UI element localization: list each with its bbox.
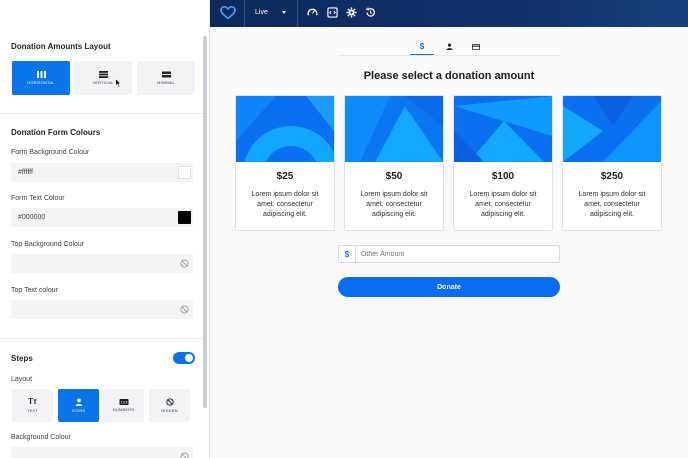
embed-icon[interactable] (327, 7, 338, 18)
steps-background-label: Background Colour (11, 434, 71, 441)
tab-details[interactable] (437, 38, 461, 55)
history-icon[interactable] (365, 7, 376, 18)
status-dropdown[interactable]: Live (255, 9, 268, 16)
gauge-icon[interactable] (307, 7, 318, 18)
hidden-icon (165, 398, 174, 406)
form-text-label: Form Text Colour (11, 195, 65, 202)
vertical-layout-icon (98, 71, 108, 78)
card-amount: $100 (491, 171, 515, 182)
steps-layout-icons-button[interactable]: ICONS (58, 389, 99, 422)
form-background-swatch[interactable] (178, 166, 191, 179)
form-text-swatch[interactable] (178, 211, 191, 224)
layout-vertical-button[interactable]: VERTICAL (74, 61, 132, 95)
no-colour-icon[interactable] (180, 259, 189, 268)
section-divider (0, 338, 203, 339)
currency-symbol: $ (339, 246, 356, 262)
steps-numbers-label: NUMBERS (112, 407, 135, 412)
page-title: Please select a donation amount (363, 70, 535, 82)
steps-toggle[interactable] (173, 352, 195, 364)
no-colour-icon[interactable] (180, 305, 189, 314)
steps-layout-label: Layout (11, 376, 33, 383)
toolbar-divider (244, 0, 245, 27)
person-icon (446, 43, 452, 50)
numbers-icon: 123 (119, 399, 128, 405)
top-background-label: Top Background Colour (11, 241, 85, 248)
form-text-value: #000000 (18, 214, 46, 221)
steps-icons-label: ICONS (71, 408, 86, 413)
card-amount: $25 (276, 171, 294, 182)
amount-card[interactable]: $50 Lorem ipsum dolor sit amet, consecte… (344, 95, 444, 231)
horizontal-layout-icon (36, 71, 46, 78)
heart-logo-icon[interactable] (220, 6, 236, 20)
form-text-field[interactable]: #000000 (11, 208, 193, 227)
amount-card[interactable]: $250 Lorem ipsum dolor sit amet, consect… (562, 95, 662, 231)
steps-layout-numbers-button[interactable]: 123 NUMBERS (103, 389, 144, 422)
layout-minimal-button[interactable]: MINIMAL (137, 61, 195, 95)
chevron-down-icon[interactable] (282, 11, 286, 14)
layout-minimal-label: MINIMAL (156, 80, 176, 85)
gear-icon[interactable] (346, 7, 357, 18)
other-amount-field[interactable]: $ (338, 245, 560, 263)
amount-card[interactable]: $25 Lorem ipsum dolor sit amet, consecte… (235, 95, 335, 231)
svg-text:123: 123 (120, 401, 128, 405)
card-image (236, 96, 334, 162)
layout-horizontal-button[interactable]: HORIZONTAL (12, 61, 70, 95)
settings-panel: Donation Amounts Layout HORIZONTAL VERTI… (0, 0, 210, 458)
layout-vertical-label: VERTICAL (92, 80, 114, 85)
top-text-field[interactable] (11, 300, 193, 319)
top-background-field[interactable] (11, 254, 193, 273)
form-background-label: Form Background Colour (11, 149, 90, 156)
step-tabs: $ (338, 38, 560, 56)
person-icon (75, 398, 82, 406)
card-description: Lorem ipsum dolor sit amet, consectetur … (360, 191, 428, 218)
form-background-value: #ffffff (18, 169, 33, 176)
minimal-layout-icon (161, 71, 171, 78)
card-image (454, 96, 552, 162)
amount-card[interactable]: $100 Lorem ipsum dolor sit amet, consect… (453, 95, 553, 231)
form-background-field[interactable]: #ffffff (11, 163, 193, 182)
card-description: Lorem ipsum dolor sit amet, consectetur … (578, 191, 646, 218)
no-colour-icon[interactable] (180, 452, 189, 458)
form-colours-title: Donation Form Colours (11, 128, 101, 137)
toolbar-divider (297, 0, 298, 27)
steps-text-label: TEXT (26, 408, 39, 413)
donate-button[interactable]: Donate (338, 277, 560, 297)
mouse-cursor-icon (115, 78, 122, 88)
steps-background-field[interactable] (11, 447, 193, 458)
text-icon: Tт (28, 397, 37, 406)
card-amount: $250 (600, 171, 624, 182)
card-image (563, 96, 661, 162)
card-description: Lorem ipsum dolor sit amet, consectetur … (469, 191, 537, 218)
section-divider (0, 113, 203, 114)
steps-layout-text-button[interactable]: Tт TEXT (12, 389, 53, 422)
top-toolbar: Live (210, 0, 688, 27)
tab-payment[interactable] (464, 38, 488, 55)
steps-hidden-label: HIDDEN (161, 408, 178, 413)
card-icon (472, 43, 480, 50)
steps-layout-hidden-button[interactable]: HIDDEN (149, 389, 190, 422)
form-preview: $ Please select a donation amount $25 Lo… (210, 27, 688, 458)
card-description: Lorem ipsum dolor sit amet, consectetur … (251, 191, 319, 218)
steps-title: Steps (11, 354, 33, 363)
card-image (345, 96, 443, 162)
layout-horizontal-label: HORIZONTAL (27, 80, 55, 85)
amounts-layout-title: Donation Amounts Layout (11, 42, 111, 51)
tab-amount[interactable]: $ (410, 38, 434, 55)
card-amount: $50 (385, 171, 403, 182)
top-text-label: Top Text colour (11, 287, 58, 294)
dollar-icon: $ (419, 41, 425, 51)
other-amount-input[interactable] (361, 248, 551, 260)
panel-scrollbar[interactable] (203, 36, 207, 408)
